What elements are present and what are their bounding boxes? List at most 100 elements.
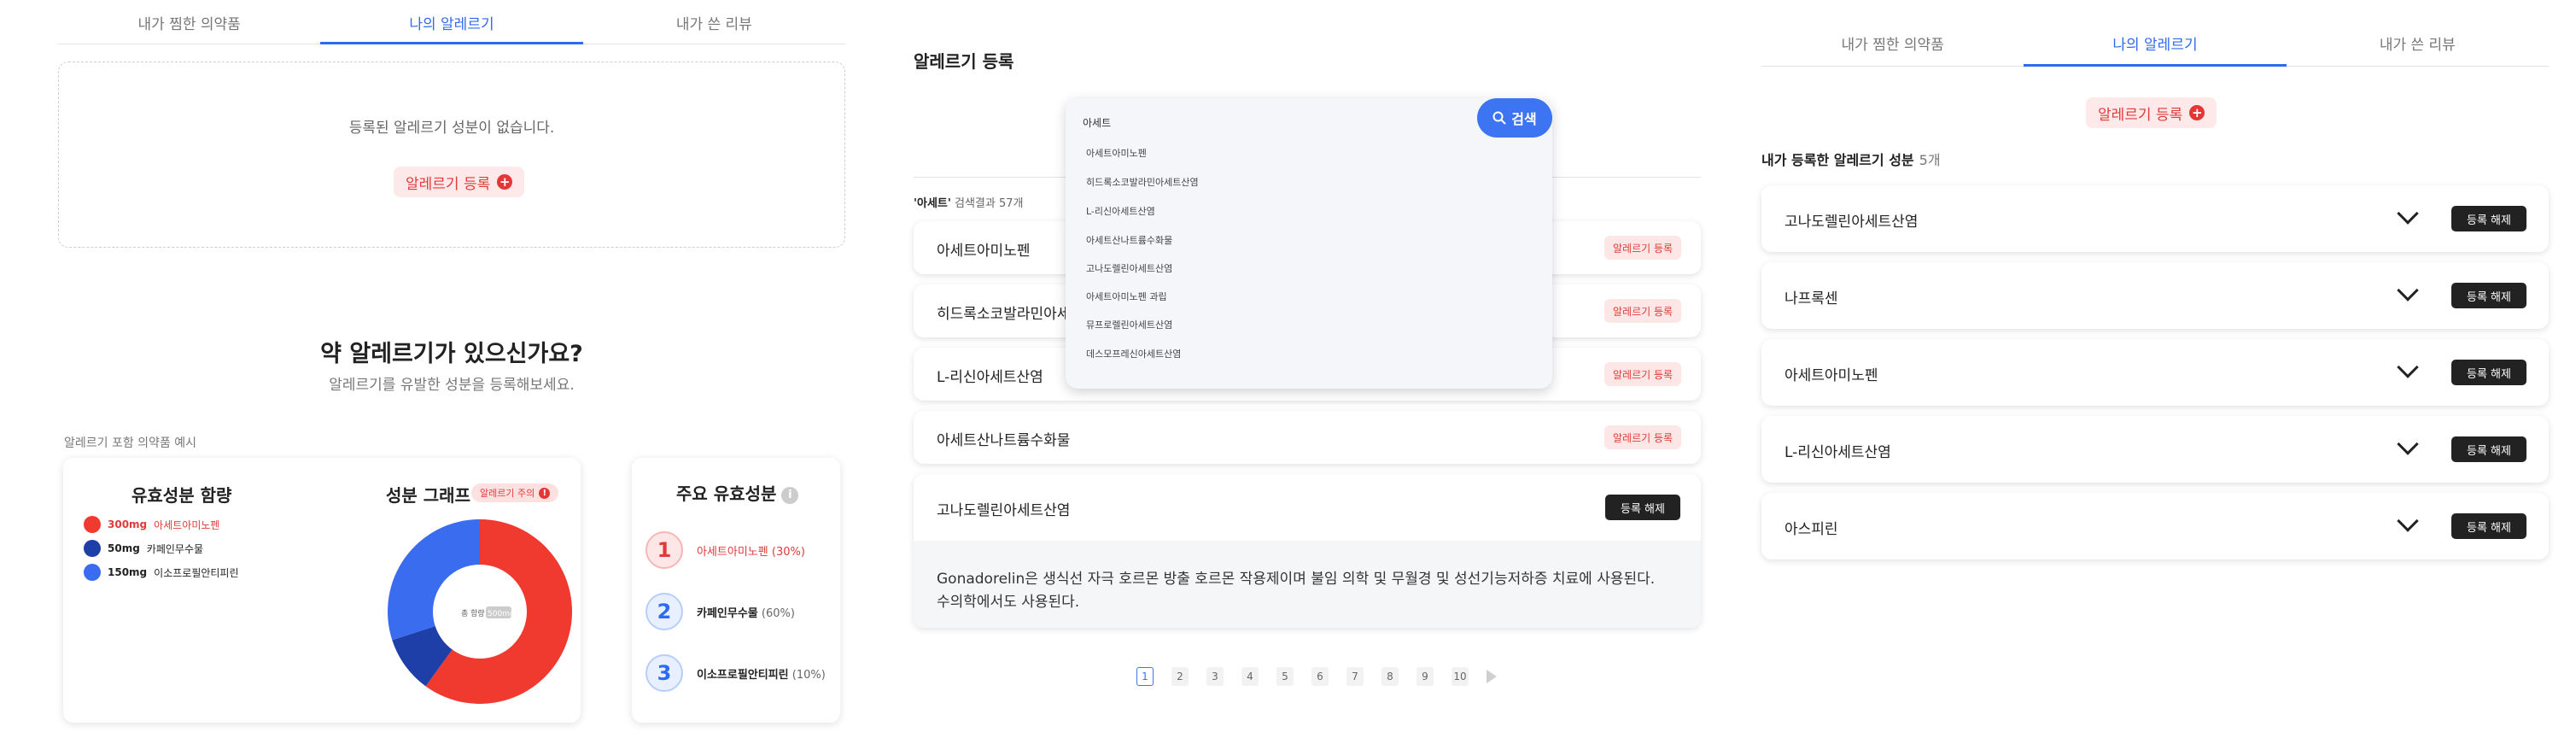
suggestion-item[interactable]: 고나도렐린아세트산염 [1086,261,1172,275]
page-10[interactable]: 10 [1452,667,1469,686]
register-allergy-button[interactable]: 알레르기 등록 [1604,362,1682,386]
tab-favorite-drugs[interactable]: 내가 찜한 의약품 [1761,32,2024,66]
tab-bar: 내가 찜한 의약품 나의 알레르기 내가 쓴 리뷰 [58,12,845,44]
row-label: L-리신아세트산염 [1785,444,1891,461]
page-1[interactable]: 1 [1136,667,1154,686]
unregister-button[interactable]: 등록 해제 [1605,495,1680,520]
register-label: 알레르기 등록 [406,175,491,193]
row-label: 고나도렐린아세트산염 [1785,214,1919,231]
unregister-button[interactable]: 등록 해제 [2451,206,2526,231]
tab-favorite-drugs[interactable]: 내가 찜한 의약품 [58,12,320,44]
allergy-row[interactable]: 고나도렐린아세트산염 등록 해제 [1761,185,2549,252]
search-button[interactable]: 검색 [1477,98,1552,138]
rank-name: 이소프로필안티피린 (10%) [697,668,826,682]
allergy-row[interactable]: 아스피린 등록 해제 [1761,493,2549,559]
unregister-button[interactable]: 등록 해제 [2451,283,2526,308]
page-3[interactable]: 3 [1206,667,1224,686]
rank-badge: 2 [645,593,683,630]
suggestion-item[interactable]: L-리신아세트산염 [1086,204,1155,218]
ingredients-title: 유효성분 함량 [131,485,232,506]
chevron-down-icon[interactable] [2397,202,2419,225]
chevron-down-icon[interactable] [2397,279,2419,302]
suggestion-item[interactable]: 아세트산나트륨수화물 [1086,233,1172,247]
legend-name: 아세트아미노펜 [154,518,220,531]
alert-icon: ! [539,487,551,499]
my-allergies-panel: 내가 찜한 의약품 나의 알레르기 내가 쓴 리뷰 알레르기 등록 + 내가 등… [1716,0,2576,738]
register-allergy-button[interactable]: 알레르기 등록 [1604,425,1682,449]
legend-amount: 300mg [108,518,148,530]
row-label: 고나도렐린아세트산염 [937,502,1071,519]
tab-my-reviews[interactable]: 내가 쓴 리뷰 [2287,32,2549,66]
empty-message: 등록된 알레르기 성분이 없습니다. [348,120,555,137]
rank-badge: 3 [645,654,683,692]
allergy-row[interactable]: 아세트아미노펜 등록 해제 [1761,339,2549,406]
suggestion-item[interactable]: 히드록소코발라민아세트산염 [1086,175,1199,189]
tab-my-allergies[interactable]: 나의 알레르기 [2024,32,2287,67]
example-caption: 알레르기 포함 의약품 예시 [64,436,197,450]
allergy-register-panel: 알레르기 등록 아세트 검색 아세트아미노펜 히드록소코발라민아세트산염 L-리… [854,0,1716,738]
chevron-down-icon[interactable] [2397,510,2419,532]
chevron-down-icon[interactable] [2397,356,2419,378]
rank-badge: 1 [645,531,683,569]
info-icon[interactable]: i [781,486,799,504]
register-allergy-button[interactable]: 알레르기 등록 + [2086,97,2217,128]
rank-item: 1 아세트아미노펜 (30%) [645,531,805,569]
register-allergy-button[interactable]: 알레르기 등록 [1604,236,1682,260]
row-label: 아세트산나트륨수화물 [937,432,1071,449]
row-label: 아세트아미노펜 [1785,367,1878,384]
promo-headline: 약 알레르기가 있으신가요? [320,341,583,367]
unregister-button[interactable]: 등록 해제 [2451,436,2526,462]
page-5[interactable]: 5 [1276,667,1294,686]
register-allergy-button[interactable]: 알레르기 등록 + [394,167,525,197]
unregister-button[interactable]: 등록 해제 [2451,360,2526,385]
legend-amount: 50mg [108,542,140,554]
rank-item: 2 카페인무수물 (60%) [645,593,795,630]
page-8[interactable]: 8 [1381,667,1399,686]
donut-chart: 총 함량 500mg [388,519,572,704]
suggestion-item[interactable]: 뮤프로렐린아세트산염 [1086,318,1172,331]
chevron-down-icon[interactable] [2397,433,2419,455]
allergy-row[interactable]: 나프록센 등록 해제 [1761,262,2549,329]
legend-dot-3 [84,564,101,581]
allergy-warning-badge: 알레르기 주의 ! [471,483,559,502]
plus-icon: + [2189,105,2205,120]
ingredient-description: Gonadorelin은 생식선 자극 호르몬 방출 호르몬 작용제이며 불임 … [937,571,1656,611]
tab-my-reviews[interactable]: 내가 쓴 리뷰 [583,12,845,44]
result-row-expanded[interactable]: 고나도렐린아세트산염 등록 해제 Gonadorelin은 생식선 자극 호르몬… [914,474,1701,628]
page-4[interactable]: 4 [1241,667,1259,686]
plus-icon: + [497,174,513,190]
next-page-icon[interactable] [1487,670,1497,683]
register-label: 알레르기 등록 [2098,106,2183,124]
suggestion-item[interactable]: 아세트아미노펜 [1086,146,1147,160]
page-title: 알레르기 등록 [914,51,1014,72]
row-label: 나프록센 [1785,290,1838,308]
page-2[interactable]: 2 [1171,667,1189,686]
page-7[interactable]: 7 [1346,667,1364,686]
main-ingredients-label: 주요 유효성분 [676,483,777,504]
search-input[interactable]: 아세트 [1083,115,1111,130]
promo-subline: 알레르기를 유발한 성분을 등록해보세요. [329,377,575,394]
legend-name: 카페인무수물 [146,542,204,555]
register-allergy-button[interactable]: 알레르기 등록 [1604,299,1682,323]
search-icon [1492,111,1506,125]
allergy-row[interactable]: L-리신아세트산염 등록 해제 [1761,416,2549,483]
row-label: 아스피린 [1785,521,1838,538]
rank-name: 카페인무수물 (60%) [697,606,795,620]
row-label: L-리신아세트산염 [937,369,1043,386]
page-6[interactable]: 6 [1311,667,1329,686]
rank-item: 3 이소프로필안티피린 (10%) [645,654,826,692]
donut-center-label: 총 함량 [461,608,485,618]
rank-name: 아세트아미노펜 (30%) [697,545,805,559]
suggestion-item[interactable]: 데스모프레신아세트산염 [1086,347,1181,360]
main-ingredients-title: 주요 유효성분 i [676,480,799,505]
search-dropdown: 아세트 검색 아세트아미노펜 히드록소코발라민아세트산염 L-리신아세트산염 아… [1066,98,1552,389]
tab-bar: 내가 찜한 의약품 나의 알레르기 내가 쓴 리뷰 [1761,32,2549,67]
page-9[interactable]: 9 [1417,667,1434,686]
empty-allergy-box: 등록된 알레르기 성분이 없습니다. 알레르기 등록 + [58,62,845,248]
legend-item: 150mg 이소프로필안티피린 [84,564,239,581]
tab-my-allergies[interactable]: 나의 알레르기 [320,12,583,44]
unregister-button[interactable]: 등록 해제 [2451,513,2526,539]
suggestion-item[interactable]: 아세트아미노펜 과립 [1086,290,1167,303]
result-row[interactable]: 아세트산나트륨수화물 알레르기 등록 [914,411,1701,464]
ingredient-chart-card: 유효성분 함량 300mg 아세트아미노펜 50mg 카페인무수물 150mg … [63,458,581,723]
